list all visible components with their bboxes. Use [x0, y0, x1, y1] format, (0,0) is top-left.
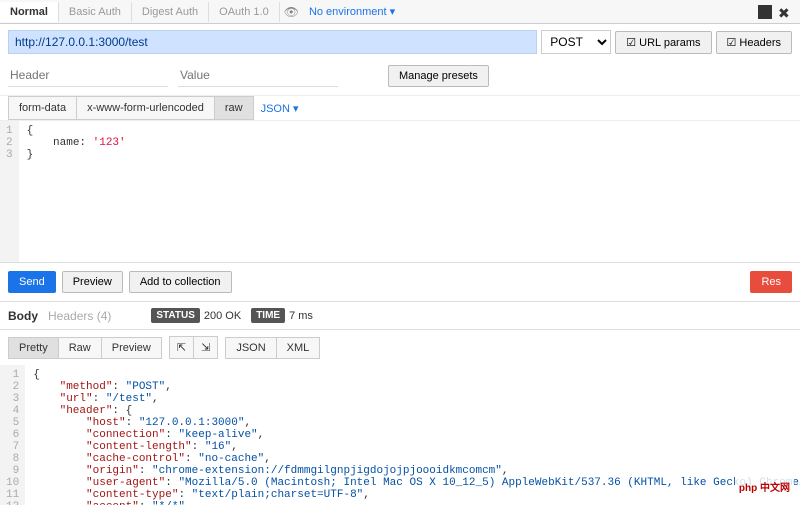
format-pretty[interactable]: Pretty [8, 337, 59, 359]
tab-raw[interactable]: raw [214, 96, 254, 120]
environment-dropdown[interactable]: No environment ▾ [303, 5, 401, 18]
response-format-row: Pretty Raw Preview ⇱ ⇲ JSON XML [0, 330, 800, 365]
tab-urlencoded[interactable]: x-www-form-urlencoded [76, 96, 215, 120]
format-raw[interactable]: Raw [58, 337, 102, 359]
response-tab-body[interactable]: Body [8, 309, 38, 323]
header-value-input[interactable] [178, 64, 338, 87]
eye-icon[interactable]: 👁 [284, 5, 299, 19]
watermark: php 中文网 [735, 477, 794, 496]
window-icon[interactable] [758, 5, 772, 19]
settings-icon[interactable]: ✖ [778, 5, 792, 19]
status-value: 200 OK [204, 310, 241, 322]
line-gutter: 123 [0, 121, 19, 262]
headers-form: Manage presets [0, 60, 800, 95]
url-params-button[interactable]: ☑ URL params [615, 31, 711, 54]
tab-digest-auth[interactable]: Digest Auth [132, 2, 209, 22]
response-body[interactable]: 1234567891011121314 { "method": "POST", … [0, 365, 800, 505]
headers-button[interactable]: ☑ Headers [716, 31, 793, 54]
collapse-icon[interactable]: ⇱ [169, 336, 194, 359]
response-header-row: Body Headers (4) STATUS 200 OK TIME 7 ms [0, 302, 800, 330]
tab-oauth[interactable]: OAuth 1.0 [209, 2, 280, 22]
status-label: STATUS [151, 308, 200, 323]
url-input[interactable] [8, 30, 537, 54]
preview-button[interactable]: Preview [62, 271, 123, 293]
format-json[interactable]: JSON [225, 337, 276, 359]
header-key-input[interactable] [8, 64, 168, 87]
action-row: Send Preview Add to collection Res [0, 263, 800, 302]
response-tab-headers[interactable]: Headers (4) [48, 309, 111, 323]
manage-presets-button[interactable]: Manage presets [388, 65, 489, 87]
raw-format-dropdown[interactable]: JSON ▾ [261, 102, 299, 115]
format-preview[interactable]: Preview [101, 337, 162, 359]
send-button[interactable]: Send [8, 271, 56, 293]
tab-form-data[interactable]: form-data [8, 96, 77, 120]
tab-normal[interactable]: Normal [0, 2, 59, 22]
expand-icon[interactable]: ⇲ [193, 336, 218, 359]
method-select[interactable]: POST [541, 30, 611, 54]
response-body-code: { "method": "POST", "url": "/test", "hea… [25, 365, 800, 505]
url-row: POST ☑ URL params ☑ Headers [0, 24, 800, 60]
response-gutter: 1234567891011121314 [0, 365, 25, 505]
request-body-code[interactable]: { name: '123' } [19, 121, 134, 262]
format-xml[interactable]: XML [276, 337, 321, 359]
request-body-editor[interactable]: 123 { name: '123' } [0, 121, 800, 263]
tab-basic-auth[interactable]: Basic Auth [59, 2, 132, 22]
reset-button[interactable]: Res [750, 271, 792, 293]
body-type-tabs: form-data x-www-form-urlencoded raw JSON… [0, 95, 800, 121]
add-to-collection-button[interactable]: Add to collection [129, 271, 232, 293]
time-label: TIME [251, 308, 285, 323]
time-value: 7 ms [289, 310, 313, 322]
auth-tabs: Normal Basic Auth Digest Auth OAuth 1.0 … [0, 0, 800, 24]
